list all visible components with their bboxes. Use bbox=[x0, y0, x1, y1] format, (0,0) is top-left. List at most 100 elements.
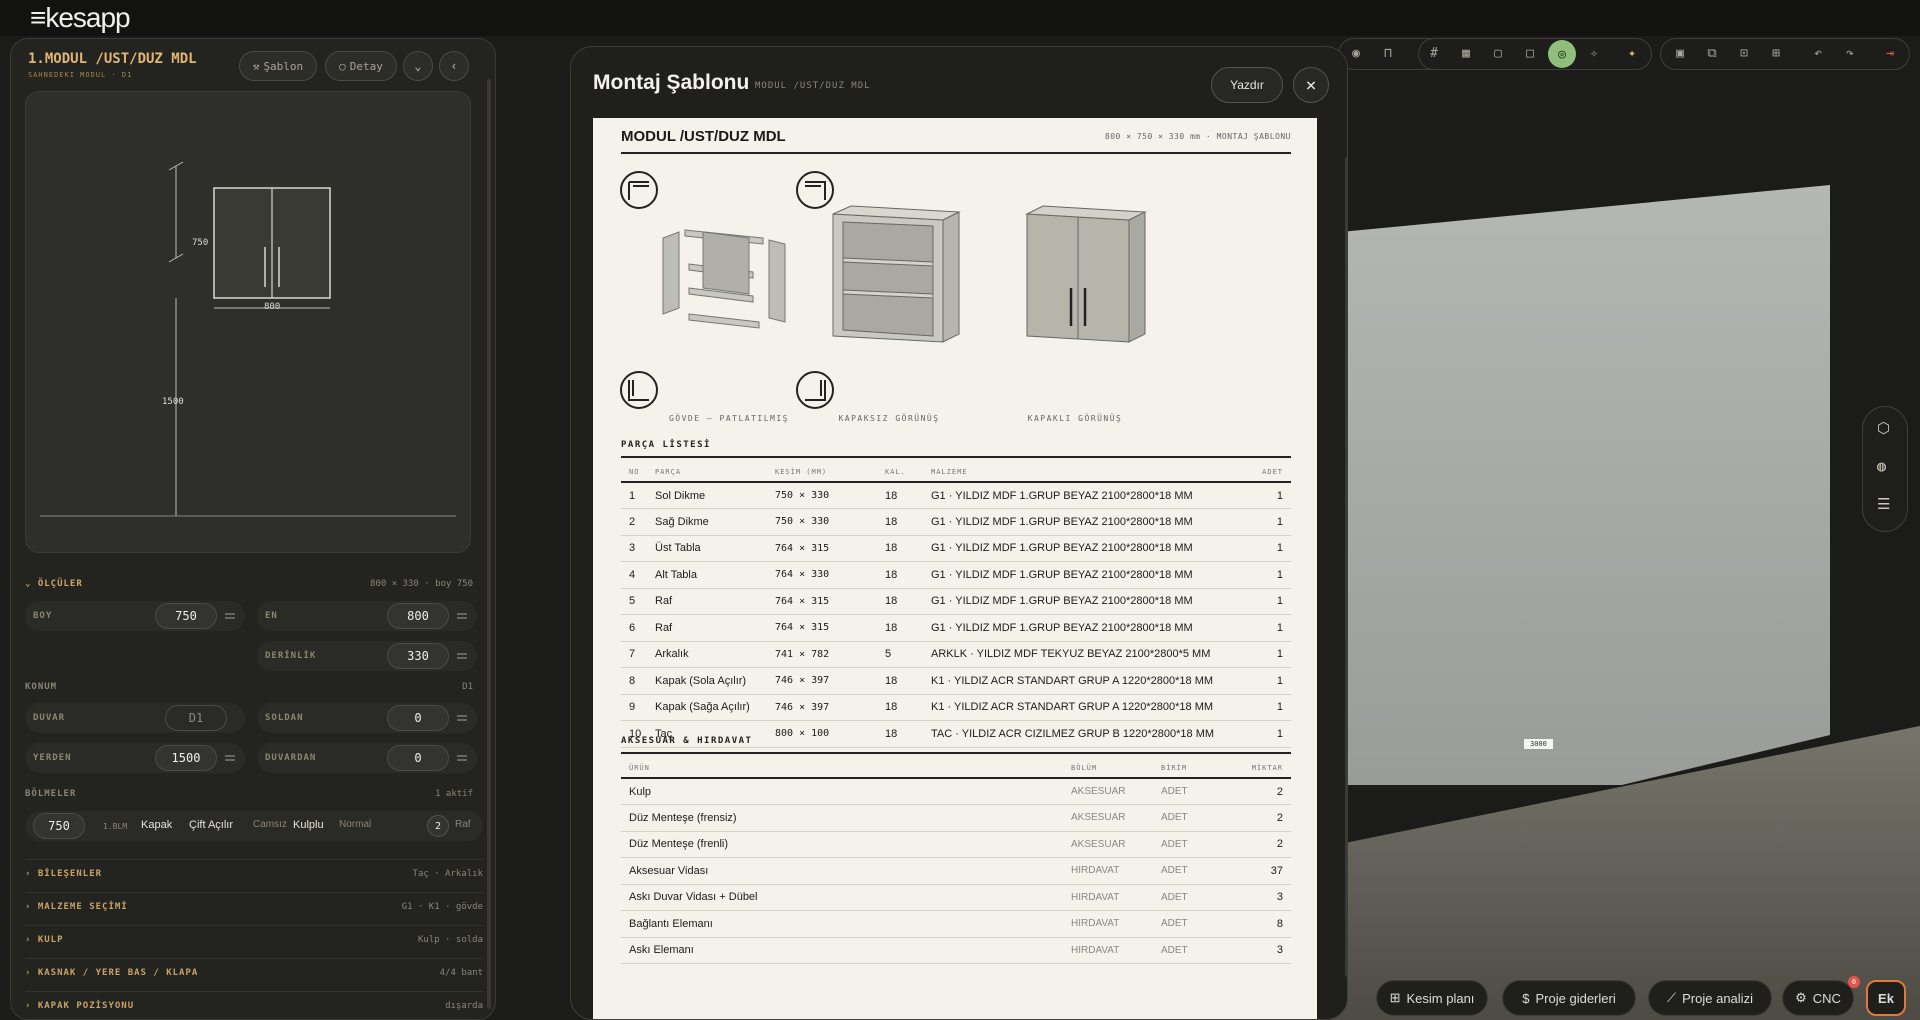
table-cell: 746 × 397 bbox=[775, 694, 885, 721]
bolme-size-input[interactable]: 750 bbox=[33, 813, 85, 839]
palette-icon[interactable]: ◍ bbox=[1877, 457, 1886, 475]
raf-count[interactable]: 2 bbox=[427, 815, 449, 837]
save-icon[interactable]: ▣ bbox=[1672, 46, 1688, 61]
bolme-kulplu[interactable]: Kulplu bbox=[293, 819, 324, 831]
sheet-title: MODUL /UST/DUZ MDL bbox=[621, 128, 786, 145]
table-cell: Alt Tabla bbox=[655, 561, 775, 589]
section-olculer[interactable]: ⌄ ÖLÇÜLER bbox=[25, 579, 83, 589]
table-cell: 2 bbox=[1231, 831, 1291, 858]
cnc-button[interactable]: ⚙ CNC bbox=[1782, 980, 1854, 1016]
caption-exploded: GÖVDE — PATLATILMIŞ bbox=[668, 414, 789, 423]
chevron-down-icon[interactable]: ⌄ bbox=[403, 51, 433, 81]
modal-subtitle: MODUL /UST/DUZ MDL bbox=[755, 81, 871, 91]
divider bbox=[621, 152, 1291, 154]
redo-icon[interactable]: ↷ bbox=[1842, 46, 1858, 61]
undo-icon[interactable]: ↶ bbox=[1810, 46, 1826, 61]
soldan-input[interactable]: 0 bbox=[387, 705, 449, 731]
print-button[interactable]: Yazdır bbox=[1211, 67, 1283, 103]
frame-icon[interactable]: □ bbox=[1522, 46, 1538, 61]
table-row: 2 Sağ Dikme 750 × 330 18 G1 · YILDIZ MDF 1.G… bbox=[621, 508, 1291, 536]
accordion-malzeme[interactable]: › MALZEME SEÇİMİ G1 · K1 · gövde bbox=[25, 892, 483, 922]
project-analysis-button[interactable]: ⟋ Proje analizi bbox=[1648, 980, 1772, 1016]
brand-button[interactable]: Ek bbox=[1866, 980, 1906, 1016]
modal-scrollbar[interactable] bbox=[1345, 157, 1347, 977]
cut-plan-button[interactable]: ⊞ Kesim planı bbox=[1376, 980, 1488, 1016]
divider bbox=[621, 456, 1291, 458]
en-input[interactable]: 800 bbox=[387, 603, 449, 629]
yerden-lock-icon[interactable] bbox=[225, 755, 235, 761]
table-row: Düz Menteşe (frenli) AKSESUAR ADET 2 bbox=[621, 831, 1291, 858]
grid-icon[interactable]: ▦ bbox=[1458, 46, 1474, 61]
sliders-icon[interactable]: ☰ bbox=[1877, 495, 1890, 513]
bolme-camsiz[interactable]: Camsız bbox=[253, 819, 287, 830]
table-cell: HIRDAVAT bbox=[1071, 884, 1161, 911]
table-cell: 18 bbox=[885, 561, 931, 589]
copy-icon[interactable]: ⧉ bbox=[1704, 46, 1720, 61]
divider bbox=[621, 752, 1291, 754]
table-cell: 18 bbox=[885, 614, 931, 642]
table-row: 8 Kapak (Sola Açılır) 746 × 397 18 K1 · YILD… bbox=[621, 667, 1291, 695]
table-row: 3 Üst Tabla 764 × 315 18 G1 · YILDIZ MDF 1.G… bbox=[621, 535, 1291, 562]
col-urun: ÜRÜN bbox=[621, 758, 1071, 779]
module-preview: 750 800 1500 bbox=[25, 91, 471, 553]
close-icon[interactable]: × bbox=[1293, 67, 1329, 103]
bolme-normal[interactable]: Normal bbox=[339, 819, 371, 830]
table-cell: Askı Duvar Vidası + Dübel bbox=[621, 884, 1071, 911]
yerden-input[interactable]: 1500 bbox=[155, 745, 217, 771]
table-cell: 5 bbox=[885, 641, 931, 668]
table-cell: 3 bbox=[1231, 884, 1291, 911]
table-cell: 18 bbox=[885, 720, 931, 748]
folder-icon[interactable]: ⊡ bbox=[1736, 46, 1752, 61]
table-cell: Sağ Dikme bbox=[655, 508, 775, 536]
cube-icon[interactable]: ⬡ bbox=[1877, 419, 1890, 437]
scene-wall bbox=[1330, 185, 1830, 785]
assembly-illustrations bbox=[620, 171, 1147, 409]
bolmeler-status: 1 aktif bbox=[435, 789, 473, 799]
detail-button[interactable]: ○ Detay bbox=[325, 51, 397, 81]
accordion-kasnak[interactable]: › KASNAK / YERE BAS / KLAPA 4/4 bant bbox=[25, 958, 483, 988]
en-lock-icon[interactable] bbox=[457, 613, 467, 619]
boy-input[interactable]: 750 bbox=[155, 603, 217, 629]
magic-wand-icon[interactable]: ✦ bbox=[1624, 46, 1640, 61]
table-cell: 18 bbox=[885, 535, 931, 562]
template-button[interactable]: ⚒ Şablon bbox=[239, 51, 317, 81]
soldan-lock-icon[interactable] bbox=[457, 715, 467, 721]
table-cell: 37 bbox=[1231, 857, 1291, 885]
panel-scrollbar[interactable] bbox=[487, 79, 491, 1009]
export-icon[interactable]: ⊞ bbox=[1768, 46, 1784, 61]
project-expenses-button[interactable]: $ Proje giderleri bbox=[1502, 980, 1636, 1016]
derinlik-lock-icon[interactable] bbox=[457, 653, 467, 659]
square-icon[interactable]: ▢ bbox=[1490, 46, 1506, 61]
bolme-kapak[interactable]: Kapak bbox=[141, 819, 172, 831]
app-logo[interactable]: ≡kesapp bbox=[30, 2, 131, 34]
col-miktar: MİKTAR bbox=[1231, 758, 1291, 779]
soldan-label: SOLDAN bbox=[265, 713, 304, 723]
accordion-bilesenler[interactable]: › BİLEŞENLER Taç · Arkalık bbox=[25, 859, 483, 889]
table-cell: 1 bbox=[1241, 694, 1291, 721]
derinlik-input[interactable]: 330 bbox=[387, 643, 449, 669]
accordion-kulp[interactable]: › KULP Kulp · solda bbox=[25, 925, 483, 955]
accordion-kapak-pozisyonu[interactable]: › KAPAK POZİSYONU dışarda bbox=[25, 991, 483, 1019]
table-cell: K1 · YILDIZ ACR STANDART GRUP A 1220*280… bbox=[931, 667, 1241, 695]
eye-icon[interactable]: ◉ bbox=[1348, 46, 1364, 61]
duvardan-lock-icon[interactable] bbox=[457, 755, 467, 761]
duvar-select[interactable]: D1 bbox=[165, 705, 227, 731]
measure-icon[interactable]: ⊓ bbox=[1380, 46, 1396, 61]
boy-lock-icon[interactable] bbox=[225, 613, 235, 619]
parts-header-row: NO PARÇA KESİM (MM) KAL. MALZEME ADET bbox=[621, 462, 1291, 483]
table-cell: 1 bbox=[1241, 720, 1291, 748]
target-icon[interactable]: ◎ bbox=[1548, 40, 1576, 68]
table-cell: G1 · YILDIZ MDF 1.GRUP BEYAZ 2100*2800*1… bbox=[931, 588, 1241, 615]
table-cell: 2 bbox=[1231, 778, 1291, 805]
duvardan-input[interactable]: 0 bbox=[387, 745, 449, 771]
grid-hash-icon[interactable]: # bbox=[1426, 46, 1442, 61]
table-cell: 18 bbox=[885, 588, 931, 615]
chevron-left-icon[interactable]: ‹ bbox=[439, 51, 469, 81]
module-panel: 1.MODUL /UST/DUZ MDL SAHNEDEKI MODUL · D… bbox=[10, 38, 496, 1020]
table-cell: 764 × 315 bbox=[775, 535, 885, 562]
caption-closed: KAPAKLI GÖRÜNÜŞ bbox=[1027, 414, 1123, 423]
logout-icon[interactable]: ⇥ bbox=[1882, 46, 1898, 61]
sheet-dims: 800 × 750 × 330 mm · MONTAJ ŞABLONU bbox=[1104, 132, 1291, 141]
bolme-cift-acilir[interactable]: Çift Açılır bbox=[189, 819, 233, 831]
sparkle-icon[interactable]: ✧ bbox=[1586, 46, 1602, 61]
